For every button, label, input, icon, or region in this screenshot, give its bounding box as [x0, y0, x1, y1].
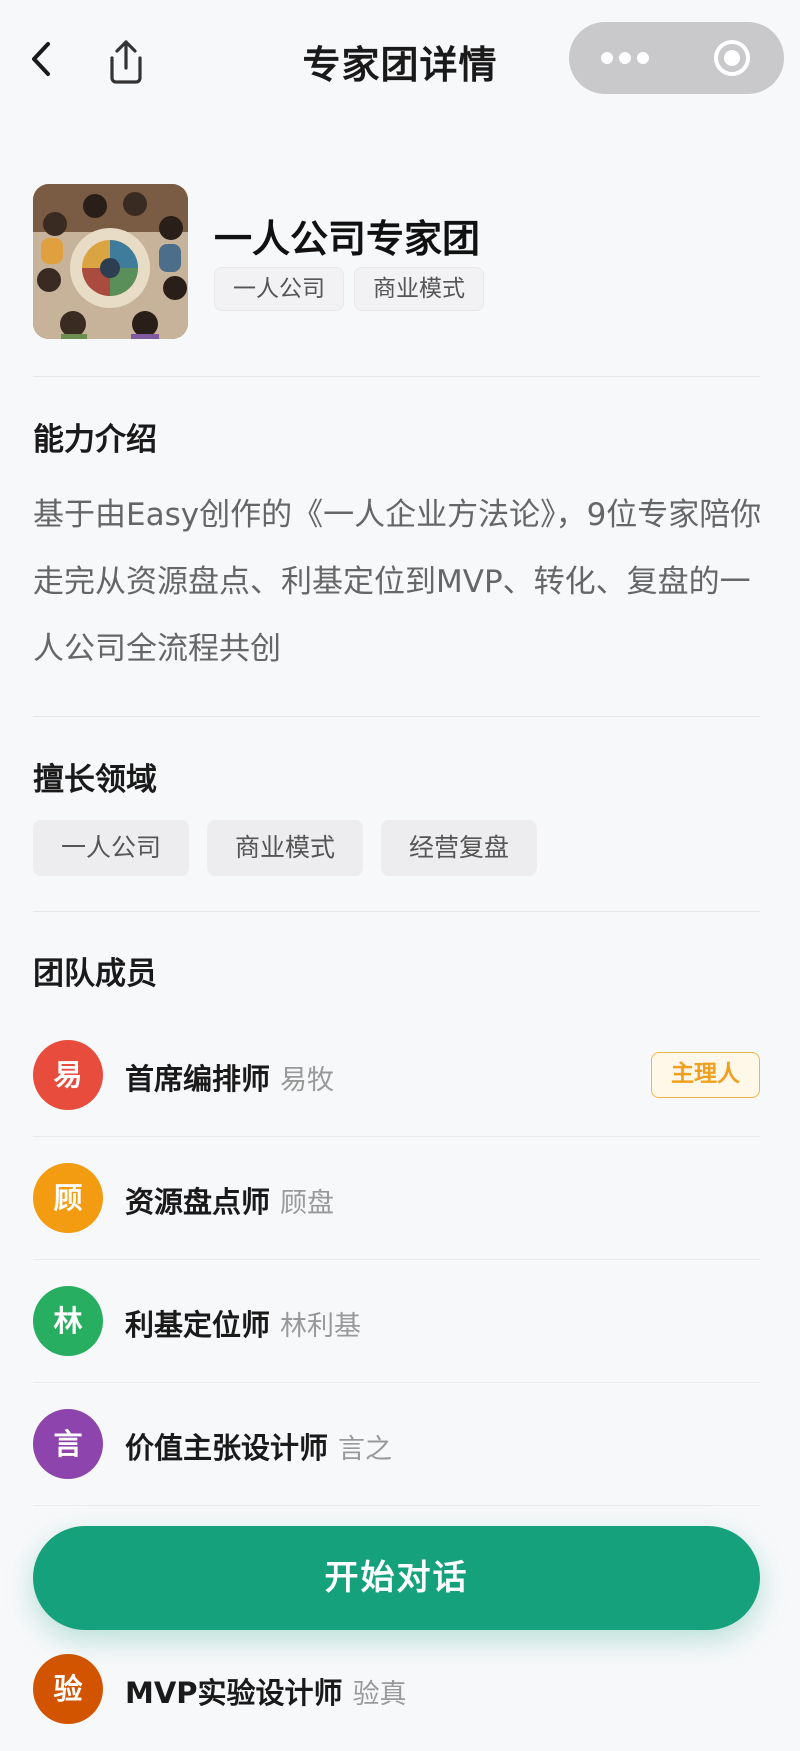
member-avatar: 易	[33, 1040, 103, 1110]
member-name: 顾盘	[280, 1188, 335, 1219]
domains-section-title: 擅长领域	[33, 762, 157, 798]
profile-tag: 一人公司	[214, 267, 344, 311]
member-row[interactable]: 言 价值主张设计师 言之	[33, 1383, 760, 1506]
member-row[interactable]: 易 首席编排师 易牧 主理人	[33, 1014, 760, 1137]
domain-tag: 一人公司	[33, 820, 189, 876]
domain-tag: 商业模式	[207, 820, 363, 876]
member-role: 首席编排师 易牧	[125, 1062, 335, 1096]
more-dots-icon[interactable]	[597, 48, 667, 68]
divider	[33, 716, 760, 717]
member-role: MVP实验设计师 验真	[125, 1676, 407, 1710]
intro-text: 基于由Easy创作的《一人企业方法论》，9位专家陪你走完从资源盘点、利基定位到M…	[33, 497, 762, 667]
divider	[33, 376, 760, 377]
member-row[interactable]: 验 MVP实验设计师 验真	[33, 1628, 760, 1751]
close-capsule-icon[interactable]	[712, 38, 752, 78]
member-avatar: 顾	[33, 1163, 103, 1233]
member-avatar: 言	[33, 1409, 103, 1479]
member-name: 验真	[352, 1679, 407, 1710]
member-avatar: 林	[33, 1286, 103, 1356]
member-row[interactable]: 顾 资源盘点师 顾盘	[33, 1137, 760, 1260]
host-badge: 主理人	[651, 1052, 760, 1098]
domain-tag-list: 一人公司 商业模式 经营复盘	[33, 820, 537, 876]
member-role: 价值主张设计师 言之	[125, 1431, 393, 1465]
member-name: 言之	[338, 1434, 393, 1465]
team-cover-image	[33, 184, 188, 339]
members-section-title: 团队成员	[33, 956, 157, 992]
team-name: 一人公司专家团	[214, 217, 481, 261]
start-chat-button[interactable]: 开始对话	[33, 1526, 760, 1630]
nav-bar: 专家团详情	[0, 0, 800, 120]
member-avatar: 验	[33, 1654, 103, 1724]
divider	[33, 911, 760, 912]
profile-tag-list: 一人公司 商业模式	[214, 267, 484, 311]
intro-section-title: 能力介绍	[33, 422, 157, 458]
profile-tag: 商业模式	[354, 267, 484, 311]
member-name: 易牧	[280, 1065, 335, 1096]
member-name: 林利基	[280, 1311, 362, 1342]
mini-program-capsule	[569, 22, 784, 94]
domain-tag: 经营复盘	[381, 820, 537, 876]
row-divider	[33, 1505, 760, 1506]
member-role: 资源盘点师 顾盘	[125, 1185, 335, 1219]
member-row[interactable]: 林 利基定位师 林利基	[33, 1260, 760, 1383]
member-role: 利基定位师 林利基	[125, 1308, 362, 1342]
